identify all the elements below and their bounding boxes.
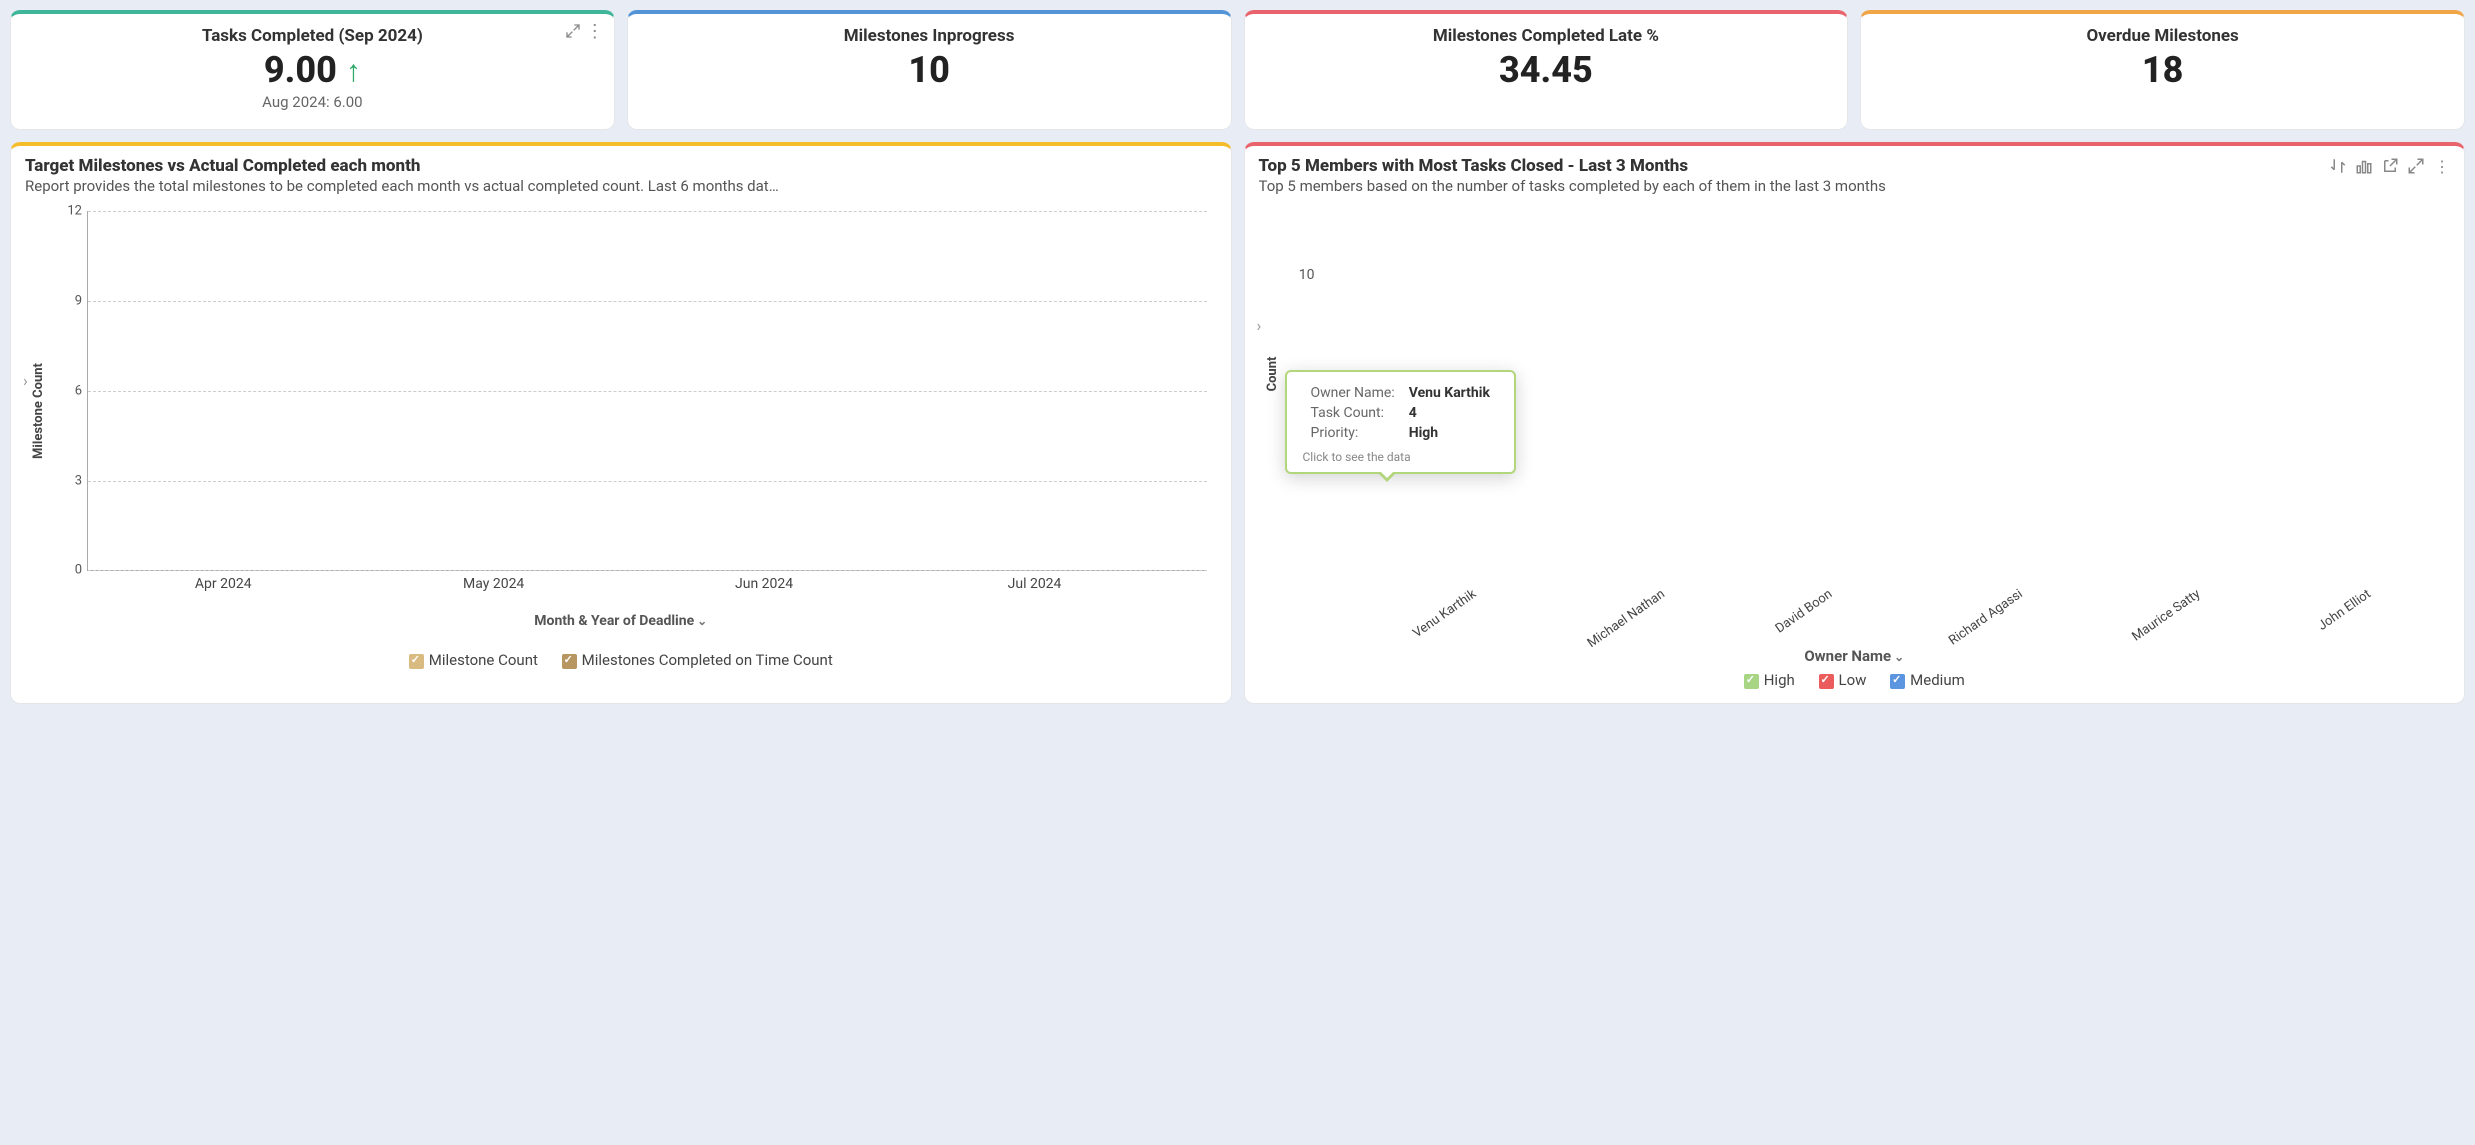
legend-swatch-icon xyxy=(1744,674,1759,689)
more-icon[interactable]: ⋮ xyxy=(2430,154,2454,178)
legend-swatch-icon xyxy=(1890,674,1905,689)
x-axis-label[interactable]: Owner Name xyxy=(1259,647,2451,665)
chart-target-vs-actual[interactable]: Milestone Count › 036912Apr 2024May 2024… xyxy=(45,211,1217,611)
x-tick-label: Apr 2024 xyxy=(88,570,358,592)
panel-subtitle: Top 5 members based on the number of tas… xyxy=(1259,177,2451,195)
legend-item[interactable]: Low xyxy=(1819,671,1867,689)
tooltip-label: Priority: xyxy=(1305,424,1401,442)
kpi-tasks-completed[interactable]: ⋮ Tasks Completed (Sep 2024) 9.00 ↑ Aug … xyxy=(10,10,615,130)
x-tick-label: Jun 2024 xyxy=(629,570,899,592)
bar-group[interactable]: Jul 2024 xyxy=(899,211,1169,570)
kpi-title: Tasks Completed (Sep 2024) xyxy=(27,26,598,46)
chart-legend: Milestone Count Milestones Completed on … xyxy=(25,651,1217,669)
y-tick: 6 xyxy=(60,383,82,398)
bar-group[interactable]: Apr 2024 xyxy=(88,211,358,570)
kpi-value: 9.00 ↑ xyxy=(27,50,598,91)
y-tick: 9 xyxy=(60,294,82,309)
legend-item[interactable]: Milestones Completed on Time Count xyxy=(562,651,833,669)
y-tick: 3 xyxy=(60,473,82,488)
tooltip-hint: Click to see the data xyxy=(1303,450,1498,464)
expand-icon[interactable] xyxy=(2404,154,2428,178)
trend-up-icon: ↑ xyxy=(346,54,361,89)
legend-item[interactable]: High xyxy=(1744,671,1795,689)
expand-icon[interactable] xyxy=(562,20,584,42)
legend-item[interactable]: Medium xyxy=(1890,671,1965,689)
x-tick-label: Jul 2024 xyxy=(899,570,1169,592)
x-tick-label: Richard Agassi xyxy=(1941,575,2031,649)
panel-top-members: ⋮ Top 5 Members with Most Tasks Closed -… xyxy=(1244,142,2466,704)
legend-swatch-icon xyxy=(1819,674,1834,689)
panel-title: Top 5 Members with Most Tasks Closed - L… xyxy=(1259,156,2451,176)
kpi-milestones-late-pct[interactable]: Milestones Completed Late % 34.45 xyxy=(1244,10,1849,130)
kpi-title: Overdue Milestones xyxy=(1877,26,2448,46)
axis-expand-icon[interactable]: › xyxy=(23,371,28,390)
x-tick-label: Maurice Satty xyxy=(2123,575,2207,645)
y-axis-label: Milestone Count xyxy=(31,363,46,459)
more-icon[interactable]: ⋮ xyxy=(584,20,606,42)
axis-expand-icon[interactable]: › xyxy=(1257,316,1262,335)
y-tick: 10 xyxy=(1291,267,1315,283)
tooltip-label: Owner Name: xyxy=(1305,384,1401,402)
tooltip-label: Task Count: xyxy=(1305,404,1401,422)
kpi-milestones-inprogress[interactable]: Milestones Inprogress 10 xyxy=(627,10,1232,130)
kpi-title: Milestones Completed Late % xyxy=(1261,26,1832,46)
y-tick: 12 xyxy=(60,204,82,219)
tooltip-value: 4 xyxy=(1403,404,1496,422)
legend-item[interactable]: Milestone Count xyxy=(409,651,538,669)
x-tick-label: David Boon xyxy=(1767,575,1840,637)
sort-icon[interactable] xyxy=(2326,154,2350,178)
x-tick-label: Venu Karthik xyxy=(1404,575,1484,641)
panel-target-vs-actual: Target Milestones vs Actual Completed ea… xyxy=(10,142,1232,704)
tooltip-value: Venu Karthik xyxy=(1403,384,1496,402)
bar-group[interactable]: May 2024 xyxy=(358,211,628,570)
kpi-overdue-milestones[interactable]: Overdue Milestones 18 xyxy=(1860,10,2465,130)
kpi-compare: Aug 2024: 6.00 xyxy=(27,93,598,111)
legend-swatch-icon xyxy=(562,654,577,669)
chart-top-members[interactable]: Count › 10Venu KarthikMichael NathanDavi… xyxy=(1279,215,2451,575)
tooltip-value: High xyxy=(1403,424,1496,442)
kpi-title: Milestones Inprogress xyxy=(644,26,1215,46)
x-tick-label: John Elliot xyxy=(2310,575,2379,634)
chart-tooltip[interactable]: Owner Name:Venu Karthik Task Count:4 Pri… xyxy=(1285,370,1516,474)
chart-type-icon[interactable] xyxy=(2352,154,2376,178)
x-axis-label[interactable]: Month & Year of Deadline xyxy=(25,613,1217,629)
x-tick-label: May 2024 xyxy=(358,570,628,592)
y-tick: 0 xyxy=(60,563,82,578)
kpi-row: ⋮ Tasks Completed (Sep 2024) 9.00 ↑ Aug … xyxy=(10,10,2465,130)
y-axis-label: Count xyxy=(1265,356,1280,391)
panel-subtitle: Report provides the total milestones to … xyxy=(25,177,1217,195)
open-external-icon[interactable] xyxy=(2378,154,2402,178)
legend-swatch-icon xyxy=(409,654,424,669)
kpi-value: 34.45 xyxy=(1261,50,1832,91)
kpi-value: 10 xyxy=(644,50,1215,91)
x-tick-label: Michael Nathan xyxy=(1579,575,1673,651)
chart-row: Target Milestones vs Actual Completed ea… xyxy=(10,142,2465,704)
kpi-value: 18 xyxy=(1877,50,2448,91)
panel-title: Target Milestones vs Actual Completed ea… xyxy=(25,156,1217,176)
bar-group[interactable]: Jun 2024 xyxy=(629,211,899,570)
chart-legend: High Low Medium xyxy=(1259,671,2451,689)
